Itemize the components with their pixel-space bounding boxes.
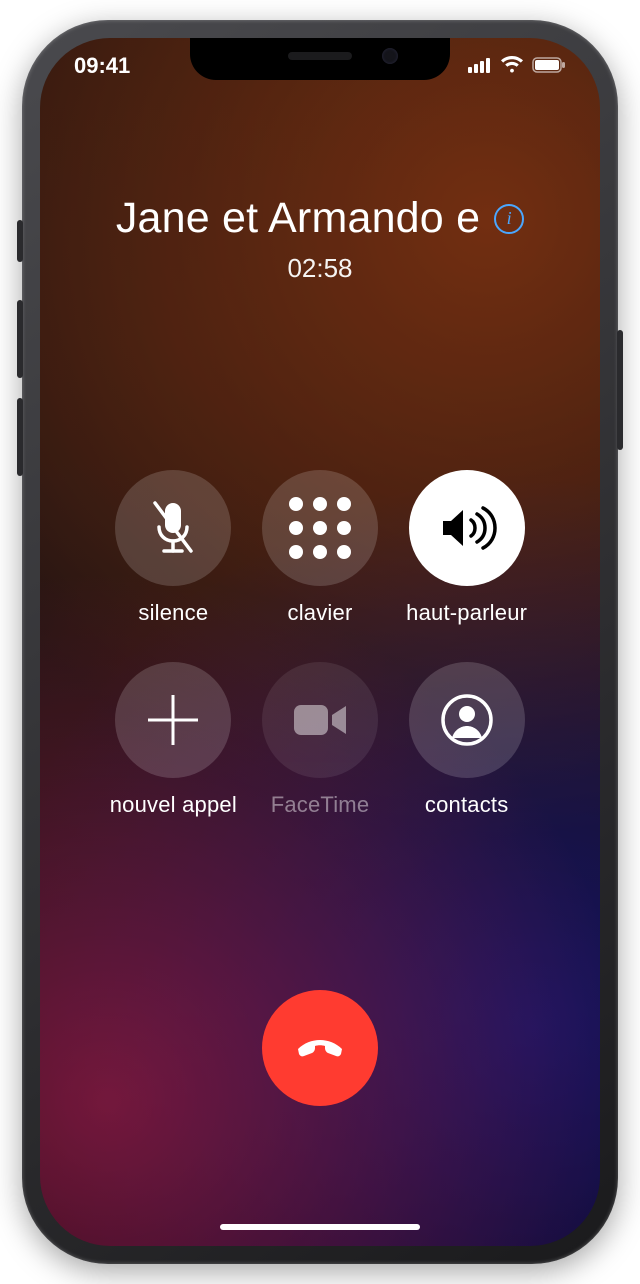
- earpiece: [288, 52, 352, 60]
- home-indicator[interactable]: [220, 1224, 420, 1230]
- video-icon: [292, 701, 348, 739]
- speaker-label: haut-parleur: [406, 600, 527, 626]
- status-time: 09:41: [74, 53, 130, 79]
- notch: [190, 38, 450, 80]
- cellular-icon: [468, 53, 492, 79]
- battery-icon: [532, 53, 566, 79]
- screen: 09:41 Jane et Armando e i 02:58: [40, 38, 600, 1246]
- contacts-icon: [440, 693, 494, 747]
- mute-button[interactable]: [115, 470, 231, 586]
- info-button[interactable]: i: [494, 204, 524, 234]
- mute-icon: [147, 499, 199, 557]
- end-call-button[interactable]: [262, 990, 378, 1106]
- plus-icon: [148, 695, 198, 745]
- facetime-label: FaceTime: [271, 792, 370, 818]
- caller-name: Jane et Armando e: [116, 194, 480, 243]
- device-frame: 09:41 Jane et Armando e i 02:58: [22, 20, 618, 1264]
- keypad-label: clavier: [288, 600, 353, 626]
- keypad-icon: [289, 497, 351, 559]
- call-controls-grid: silence clavier: [40, 470, 600, 818]
- mute-label: silence: [138, 600, 208, 626]
- side-button: [617, 330, 623, 450]
- keypad-button[interactable]: [262, 470, 378, 586]
- add-call-button[interactable]: [115, 662, 231, 778]
- speaker-icon: [437, 504, 497, 552]
- wifi-icon: [500, 53, 524, 79]
- volume-down-button: [17, 398, 23, 476]
- hangup-icon: [291, 1019, 349, 1077]
- add-call-label: nouvel appel: [110, 792, 237, 818]
- volume-up-button: [17, 300, 23, 378]
- facetime-button[interactable]: [262, 662, 378, 778]
- contacts-button[interactable]: [409, 662, 525, 778]
- call-header: Jane et Armando e i 02:58: [40, 194, 600, 284]
- ringer-switch: [17, 220, 23, 262]
- contacts-label: contacts: [425, 792, 509, 818]
- front-camera: [382, 48, 398, 64]
- speaker-button[interactable]: [409, 470, 525, 586]
- call-duration: 02:58: [40, 253, 600, 284]
